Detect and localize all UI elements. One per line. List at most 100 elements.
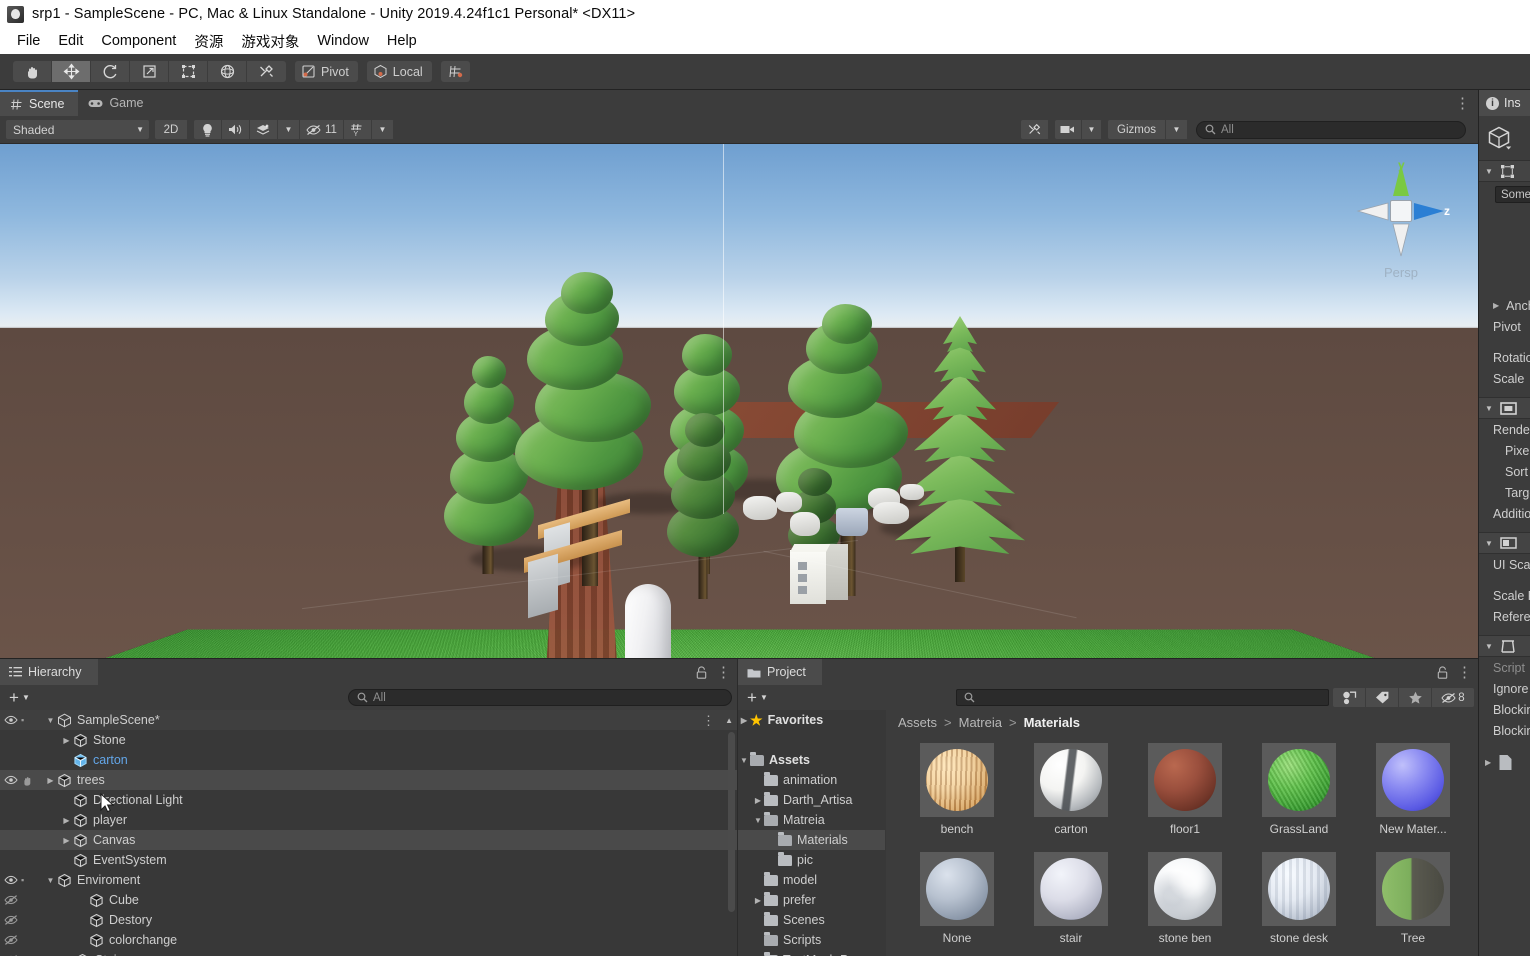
asset-item-bench[interactable]: bench [900,743,1014,848]
component-tools-button[interactable] [1021,120,1049,139]
expand-arrow[interactable]: ▶ [752,896,764,905]
project-folder-animation[interactable]: animation [738,770,885,790]
inspector-section-canvas[interactable]: ▼ [1479,397,1530,419]
hierarchy-row-directional-light[interactable]: Directional Light [0,790,737,813]
expand-arrow[interactable]: ▼ [44,716,57,725]
hierarchy-row-enviroment[interactable]: ▪ ▼ Enviroment [0,870,737,890]
inspector-section-rect-transform[interactable]: ▼ [1479,160,1530,182]
expand-arrow[interactable]: ▶ [60,836,73,845]
lock-icon[interactable] [696,665,707,679]
menu-edit[interactable]: Edit [49,31,92,51]
hierarchy-row-eventsystem[interactable]: EventSystem [0,850,737,870]
effects-toggle-button[interactable] [250,120,278,139]
visibility-toggles[interactable]: ▪ [4,874,40,886]
expand-arrow[interactable]: ▶ [738,716,750,725]
tab-inspector[interactable]: i Ins [1479,90,1530,116]
asset-grid[interactable]: bench carton floor1 GrassLand New Mater.… [886,735,1478,956]
asset-item-carton[interactable]: carton [1014,743,1128,848]
asset-filter-button[interactable] [1333,688,1366,707]
hierarchy-row-colorchange[interactable]: colorchange [0,930,737,950]
picking-icon[interactable]: ▪ [21,715,24,725]
2d-toggle-button[interactable]: 2D [155,120,188,139]
lock-icon[interactable] [1437,665,1448,679]
favorite-filter-button[interactable] [1399,688,1432,707]
hidden-assets-button[interactable]: 8 [1432,688,1474,707]
visibility-toggles[interactable] [4,774,40,786]
visibility-toggles[interactable] [4,934,40,946]
project-folder-prefer[interactable]: ▶ prefer [738,890,885,910]
hierarchy-row-trees[interactable]: ▶ trees [0,770,737,790]
rect-tool-button[interactable] [169,61,208,82]
visibility-toggles[interactable] [4,914,40,926]
scene-search-input[interactable]: All [1196,120,1466,139]
gizmo-center-cube[interactable] [1390,200,1412,222]
grid-visibility-button[interactable]: Y [344,120,372,139]
move-tool-button[interactable] [52,61,91,82]
breadcrumb-materials[interactable]: Materials [1024,715,1080,730]
picking-icon[interactable]: ▪ [21,875,24,885]
visibility-toggles[interactable]: ▪ [4,714,40,726]
collapse-arrow[interactable]: ▼ [1485,167,1493,176]
hierarchy-row-stone[interactable]: ▶ Stone [0,730,737,750]
expand-arrow[interactable]: ▼ [752,816,764,825]
label-filter-button[interactable] [1366,688,1399,707]
asset-item-floor1[interactable]: floor1 [1128,743,1242,848]
inspector-name-field[interactable]: Something [1495,186,1530,203]
tab-project[interactable]: Project [738,659,822,685]
tab-scene[interactable]: Scene [0,90,79,116]
hierarchy-tree[interactable]: ▪ ▼ SampleScene* ⋮ ▲ ▶ Stone carton ▶ tr… [0,710,737,956]
hierarchy-row-canvas[interactable]: ▶ Canvas [0,830,737,850]
hierarchy-add-button[interactable]: + ▼ [5,689,34,706]
rotate-tool-button[interactable] [91,61,130,82]
scene-view-gizmo[interactable]: y z Persp [1346,152,1456,282]
project-folder-tree[interactable]: ▶ ★ Favorites ▼ Assets animation ▶ Darth… [738,710,885,956]
kebab-menu-icon[interactable]: ⋮ [702,714,715,727]
project-asset-browser[interactable]: Assets > Matreia > Materials bench carto… [886,710,1478,956]
asset-item-new-material[interactable]: New Mater... [1356,743,1470,848]
asset-item-stone-ben[interactable]: stone ben [1128,851,1242,956]
menu-help[interactable]: Help [378,31,426,51]
tab-hierarchy[interactable]: Hierarchy [0,659,98,685]
expand-arrow[interactable]: ▶ [752,796,764,805]
draw-mode-dropdown[interactable]: Shaded ▼ [6,120,149,139]
effects-dropdown-button[interactable]: ▼ [278,120,300,139]
tab-game[interactable]: Game [78,90,157,116]
project-folder-matreia[interactable]: ▼ Matreia [738,810,885,830]
asset-item-grassland[interactable]: GrassLand [1242,743,1356,848]
project-folder-materials[interactable]: Materials [738,830,885,850]
expand-arrow[interactable]: ▶ [60,816,73,825]
menu-file[interactable]: File [8,31,49,51]
menu-gameobject[interactable]: 游戏对象 [232,29,308,54]
gizmos-button[interactable]: Gizmos [1108,120,1166,139]
scene-camera-dropdown[interactable]: ▼ [1082,120,1102,139]
expand-arrow[interactable]: ▶ [1493,301,1499,310]
gizmo-projection-label[interactable]: Persp [1346,265,1456,280]
grid-snap-toggle-button[interactable] [440,61,470,82]
inspector-section-graphic-raycaster[interactable]: ▼ [1479,635,1530,657]
kebab-menu-icon[interactable]: ⋮ [1455,96,1470,111]
project-add-button[interactable]: + ▼ [743,689,772,706]
inspector-prop-anchors[interactable]: ▶ Anchors [1479,295,1530,316]
expand-arrow[interactable]: ▼ [738,756,750,765]
hand-tool-button[interactable] [13,61,52,82]
hierarchy-row-stair[interactable]: ▶ Stair [0,950,737,956]
expand-arrow[interactable]: ▶ [60,736,73,745]
project-search-input[interactable] [956,689,1329,706]
hierarchy-row-samplescene[interactable]: ▪ ▼ SampleScene* ⋮ ▲ [0,710,737,730]
hierarchy-row-player[interactable]: ▶ player [0,810,737,830]
visibility-toggles[interactable] [4,894,40,906]
project-folder-pic[interactable]: pic [738,850,885,870]
hierarchy-search-input[interactable]: All [348,689,732,706]
project-folder-textmesh-pro[interactable]: ▶ TextMesh P [738,950,885,956]
project-folder-model[interactable]: model [738,870,885,890]
project-folder-favorites[interactable]: ▶ ★ Favorites [738,710,885,730]
asset-item-none[interactable]: None [900,851,1014,956]
inspector-section-canvas-scaler[interactable]: ▼ [1479,532,1530,554]
expand-arrow[interactable]: ▶ [1485,758,1491,767]
lighting-toggle-button[interactable] [194,120,222,139]
breadcrumb-matreia[interactable]: Matreia [959,715,1002,730]
asset-item-stone-desk[interactable]: stone desk [1242,851,1356,956]
audio-toggle-button[interactable] [222,120,250,139]
menu-component[interactable]: Component [92,31,185,51]
collapse-arrow[interactable]: ▼ [1485,642,1493,651]
